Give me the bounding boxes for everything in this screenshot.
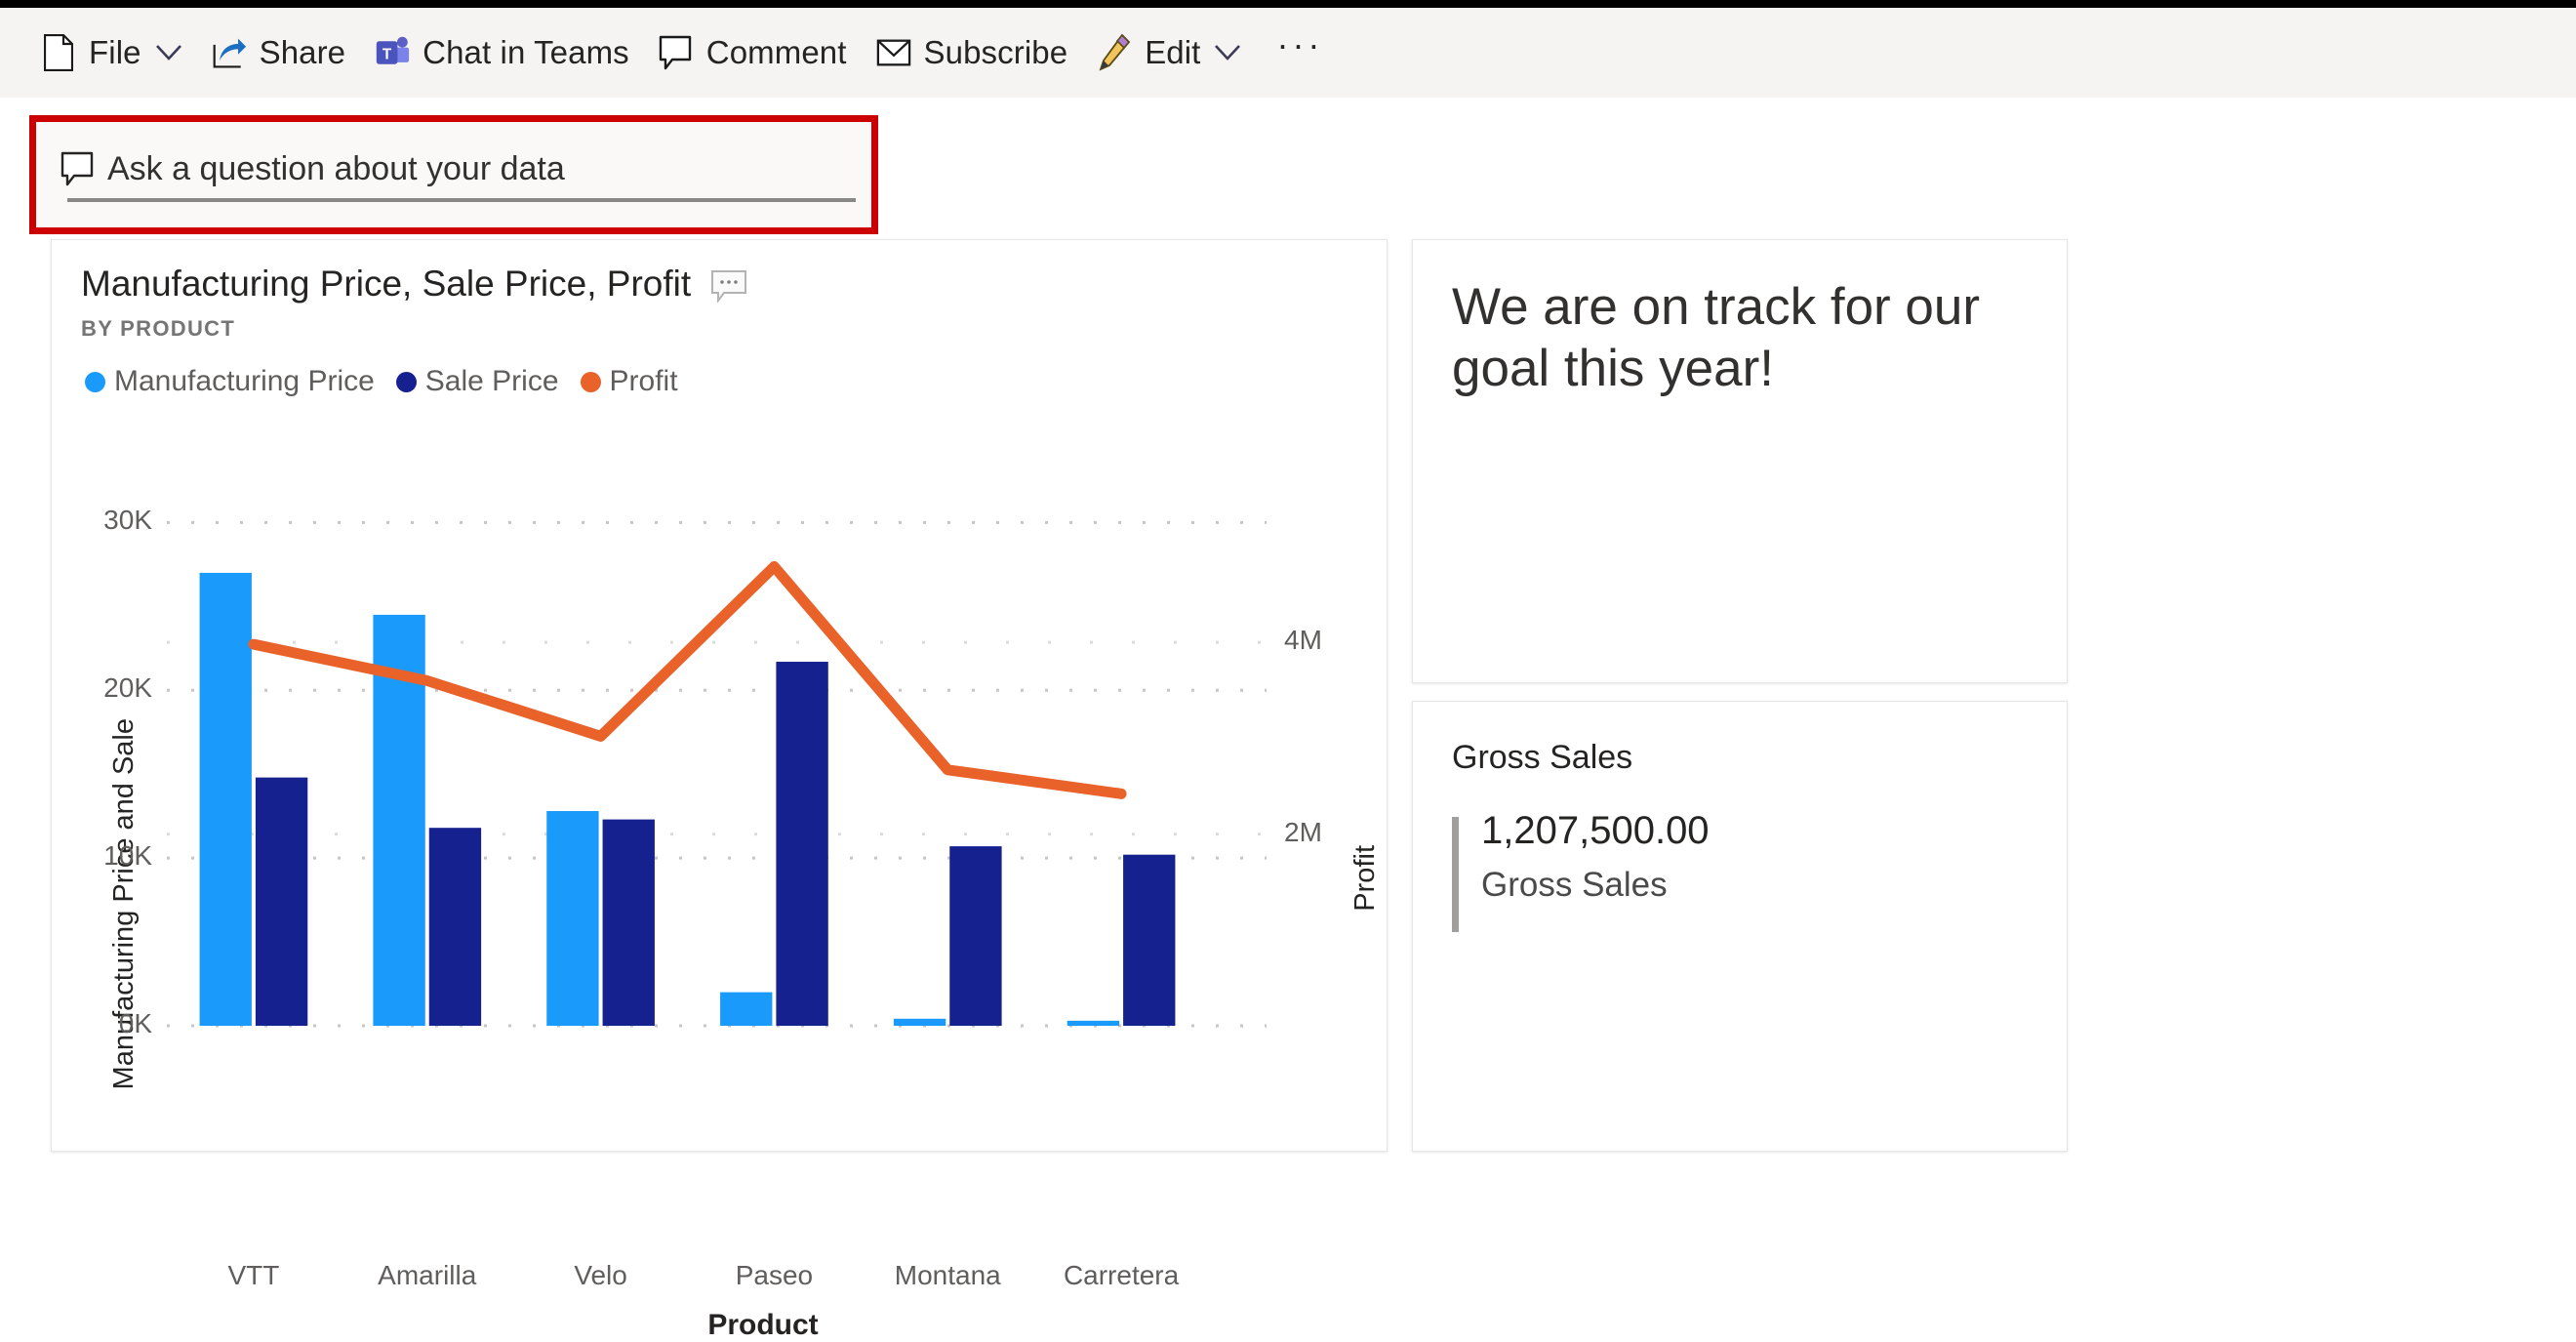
- command-edit-label: Edit: [1145, 34, 1201, 70]
- text-box-content: We are on track for our goal this year!: [1452, 278, 1981, 397]
- command-file[interactable]: File: [41, 23, 182, 82]
- command-bar: File Share T Chat in Teams Comment Subsc…: [0, 8, 2576, 98]
- command-share-label: Share: [259, 34, 346, 70]
- bar-sale-price[interactable]: [602, 819, 655, 1026]
- x-axis-title: Product: [707, 1309, 819, 1341]
- svg-text:T: T: [382, 46, 392, 62]
- command-subscribe-label: Subscribe: [923, 34, 1068, 70]
- command-share[interactable]: Share: [212, 23, 346, 82]
- y-axis-right-tick: 2M: [1284, 816, 1322, 847]
- bar-sale-price[interactable]: [949, 846, 1002, 1026]
- bar-manufacturing-price[interactable]: [893, 1018, 946, 1026]
- x-axis-tick: Montana: [894, 1260, 1001, 1290]
- command-subscribe[interactable]: Subscribe: [876, 23, 1068, 82]
- share-icon: [212, 33, 247, 72]
- x-axis-tick: VTT: [227, 1260, 280, 1290]
- bar-manufacturing-price[interactable]: [546, 811, 599, 1026]
- chart-canvas: [167, 520, 1267, 1028]
- x-axis-tick: Carretera: [1063, 1260, 1180, 1290]
- bar-sale-price[interactable]: [255, 777, 308, 1026]
- kpi-card-title: Gross Sales: [1452, 739, 1633, 776]
- file-icon: [41, 33, 76, 72]
- x-axis-tick: Amarilla: [378, 1260, 477, 1290]
- comment-icon: [659, 33, 694, 72]
- chart-plot-area: Manufacturing Price and Sale Profit Prod…: [52, 240, 1387, 1341]
- x-axis-tick: Paseo: [735, 1260, 814, 1290]
- bar-sale-price[interactable]: [776, 662, 828, 1026]
- bar-sale-price[interactable]: [428, 828, 482, 1026]
- teams-icon: T: [375, 33, 410, 72]
- pencil-icon: [1097, 33, 1132, 72]
- y-axis-left-tick: 10K: [103, 840, 152, 872]
- command-file-label: File: [89, 34, 141, 70]
- command-chat-in-teams[interactable]: T Chat in Teams: [375, 23, 629, 82]
- qna-search-box[interactable]: Ask a question about your data: [60, 142, 847, 214]
- x-axis-tick: Velo: [574, 1260, 627, 1290]
- envelope-icon: [876, 33, 911, 72]
- command-edit[interactable]: Edit: [1097, 23, 1241, 82]
- kpi-sublabel: Gross Sales: [1481, 866, 1668, 904]
- text-box-visual[interactable]: We are on track for our goal this year!: [1412, 239, 2068, 683]
- y-axis-left-tick: 20K: [103, 672, 152, 704]
- bar-manufacturing-price[interactable]: [1067, 1020, 1120, 1026]
- chevron-down-icon[interactable]: [1214, 44, 1241, 61]
- kpi-value: 1,207,500.00: [1481, 809, 1710, 852]
- command-comment-label: Comment: [705, 34, 847, 70]
- command-chat-in-teams-label: Chat in Teams: [423, 34, 629, 70]
- bar-manufacturing-price[interactable]: [199, 572, 252, 1026]
- y-axis-left-tick: 30K: [103, 505, 152, 536]
- chevron-down-icon[interactable]: [155, 44, 182, 61]
- y-axis-right-tick: 4M: [1284, 625, 1322, 656]
- gross-sales-card-visual[interactable]: Gross Sales 1,207,500.00 Gross Sales: [1412, 701, 2068, 1152]
- qna-underline: [67, 198, 856, 202]
- bar-sale-price[interactable]: [1123, 854, 1176, 1026]
- qna-comment-icon: [60, 149, 96, 188]
- kpi-accent-bar: [1452, 817, 1459, 932]
- command-comment[interactable]: Comment: [659, 23, 847, 82]
- bar-manufacturing-price[interactable]: [720, 992, 773, 1026]
- more-options-button[interactable]: ···: [1276, 27, 1323, 69]
- qna-highlight-box: Ask a question about your data: [29, 115, 878, 234]
- y-axis-left-tick: 0K: [118, 1008, 152, 1038]
- top-black-strip: [0, 0, 2576, 8]
- qna-input-placeholder[interactable]: Ask a question about your data: [107, 150, 565, 188]
- combo-chart-visual[interactable]: Manufacturing Price, Sale Price, Profit …: [51, 239, 1388, 1341]
